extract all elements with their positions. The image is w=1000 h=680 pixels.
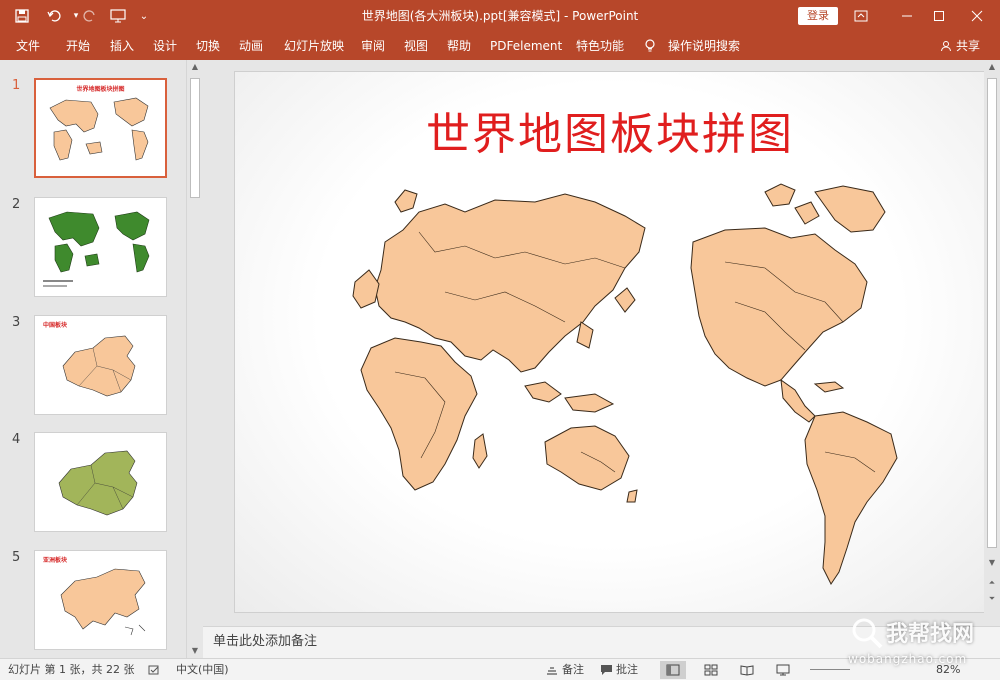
tab-slideshow[interactable]: 幻灯片放映 — [284, 32, 344, 60]
thumbnail-china-map — [62, 335, 136, 397]
user-icon[interactable] — [940, 40, 952, 52]
slide-number: 5 — [12, 550, 21, 565]
tab-animations[interactable]: 动画 — [239, 32, 263, 60]
scroll-down-icon[interactable]: ▼ — [984, 556, 1000, 570]
share-button[interactable]: 共享 — [956, 32, 980, 60]
slide-counter: 幻灯片 第 1 张，共 22 张 — [8, 663, 135, 676]
slide-thumbnail-5[interactable]: 亚洲板块 — [34, 550, 167, 650]
normal-view-icon[interactable] — [660, 661, 686, 679]
scroll-down-icon[interactable]: ▼ — [187, 644, 203, 658]
tell-me-search[interactable]: 操作说明搜索 — [668, 32, 740, 60]
world-map-graphic[interactable] — [295, 172, 935, 592]
tab-review[interactable]: 审阅 — [361, 32, 385, 60]
thumbnail-green-world-map — [43, 211, 150, 287]
slide-number: 3 — [12, 315, 21, 330]
slide-thumbnail-pane: 1 世界地图板块拼图 2 3 中国板块 4 5 亚洲板块 ▲ ▼ — [0, 60, 203, 658]
slide-title[interactable]: 世界地图板块拼图 — [235, 98, 985, 162]
tab-design[interactable]: 设计 — [153, 32, 177, 60]
document-title: 世界地图(各大洲板块).ppt[兼容模式] - PowerPoint — [361, 9, 639, 23]
scrollbar-thumb[interactable] — [987, 78, 997, 548]
spelling-check-icon[interactable] — [148, 664, 160, 676]
tab-pdfelement[interactable]: PDFelement — [490, 32, 562, 60]
title-bar: ▾ ⌄ 世界地图(各大洲板块).ppt[兼容模式] - PowerPoint 登… — [0, 0, 1000, 32]
comments-button[interactable]: 批注 — [616, 659, 638, 680]
login-button[interactable]: 登录 — [798, 7, 838, 25]
zoom-slider[interactable] — [810, 669, 850, 670]
slide-number: 1 — [12, 78, 21, 93]
ribbon-tabs: 文件 开始 插入 设计 切换 动画 幻灯片放映 审阅 视图 帮助 PDFelem… — [0, 32, 1000, 60]
thumbnail-asia-map — [60, 568, 146, 636]
tab-help[interactable]: 帮助 — [447, 32, 471, 60]
slide-sorter-view-icon[interactable] — [698, 661, 724, 679]
thumbnail-china-olive-map — [58, 450, 138, 516]
slide-editor: 世界地图板块拼图 ▲ ▼ ⏶ ⏷ — [203, 60, 1000, 626]
editor-scrollbar[interactable]: ▲ ▼ ⏶ ⏷ — [984, 60, 1000, 626]
slide-thumbnail-3[interactable]: 中国板块 — [34, 315, 167, 415]
notes-pane[interactable]: 单击此处添加备注 — [203, 626, 1000, 658]
tab-view[interactable]: 视图 — [404, 32, 428, 60]
slide-number: 4 — [12, 432, 21, 447]
thumbnail-scrollbar[interactable]: ▲ ▼ — [186, 60, 202, 658]
notes-icon[interactable] — [546, 665, 558, 676]
slide-number: 2 — [12, 197, 21, 212]
next-slide-icon[interactable]: ⏷ — [984, 592, 1000, 606]
slide-thumbnail-1[interactable]: 世界地图板块拼图 — [34, 78, 167, 178]
tab-file[interactable]: 文件 — [16, 32, 40, 60]
comments-icon[interactable] — [600, 664, 613, 676]
notes-placeholder[interactable]: 单击此处添加备注 — [213, 627, 317, 657]
zoom-level[interactable]: 82% — [936, 659, 960, 680]
scroll-up-icon[interactable]: ▲ — [187, 60, 203, 74]
tab-special-features[interactable]: 特色功能 — [576, 32, 624, 60]
status-bar: 幻灯片 第 1 张，共 22 张 中文(中国) 备注 批注 82% — [0, 658, 1000, 680]
language-indicator[interactable]: 中文(中国) — [176, 659, 229, 680]
thumbnail-world-map — [49, 97, 149, 161]
previous-slide-icon[interactable]: ⏶ — [984, 576, 1000, 590]
scroll-up-icon[interactable]: ▲ — [984, 60, 1000, 74]
save-icon[interactable] — [8, 0, 36, 32]
redo-icon[interactable] — [76, 0, 104, 32]
tab-insert[interactable]: 插入 — [110, 32, 134, 60]
slide-canvas[interactable]: 世界地图板块拼图 — [234, 71, 986, 613]
slide-thumbnail-2[interactable] — [34, 197, 167, 297]
slideshow-view-icon[interactable] — [770, 661, 796, 679]
ribbon-display-options-icon[interactable] — [838, 0, 884, 32]
customize-toolbar-icon[interactable]: ⌄ — [130, 0, 158, 32]
present-from-start-icon[interactable] — [104, 0, 132, 32]
close-icon[interactable] — [954, 0, 1000, 32]
reading-view-icon[interactable] — [734, 661, 760, 679]
tab-transitions[interactable]: 切换 — [196, 32, 220, 60]
scrollbar-thumb[interactable] — [190, 78, 200, 198]
slide-thumbnail-4[interactable] — [34, 432, 167, 532]
lightbulb-icon[interactable] — [644, 39, 656, 53]
tab-home[interactable]: 开始 — [66, 32, 90, 60]
notes-button[interactable]: 备注 — [562, 659, 584, 680]
